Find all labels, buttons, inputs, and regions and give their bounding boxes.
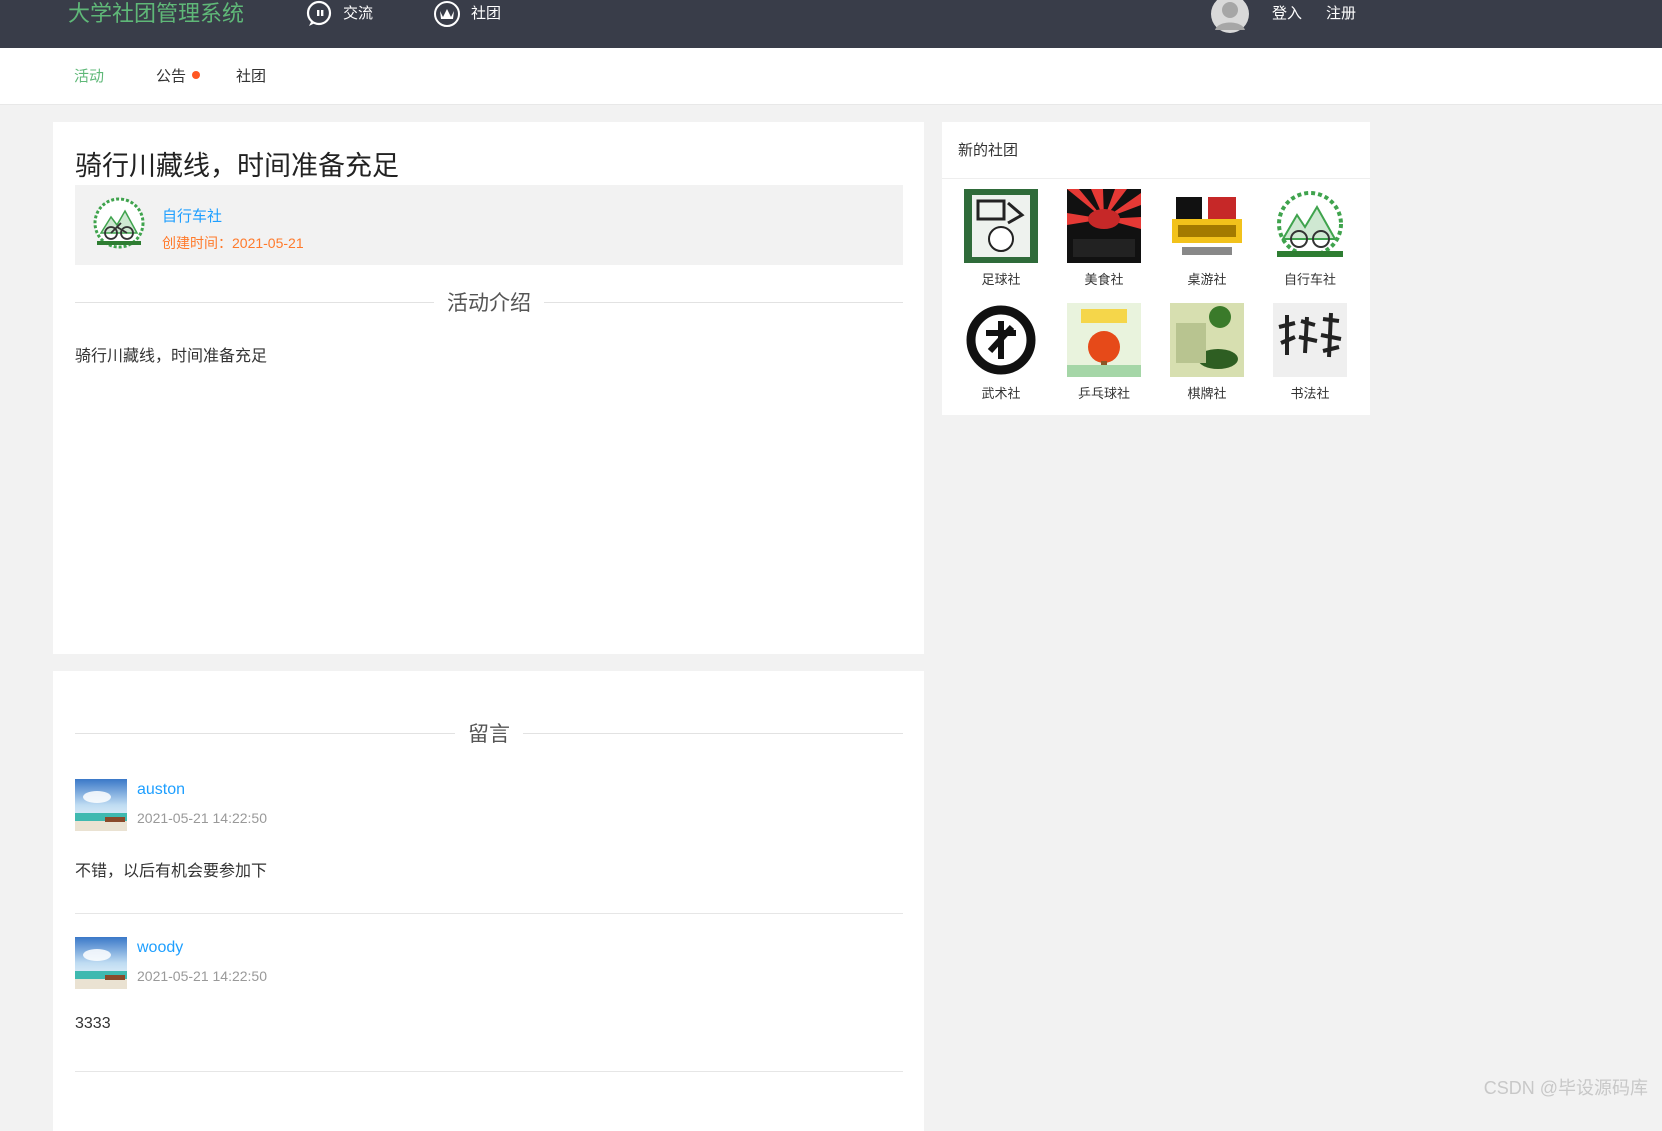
intro-heading: 活动介绍	[434, 287, 544, 317]
comments-heading: 留言	[455, 718, 523, 748]
club-tile-food[interactable]: 美食社	[1067, 189, 1141, 288]
brand-title[interactable]: 大学社团管理系统	[68, 0, 244, 28]
martial-arts-club-logo	[964, 303, 1038, 377]
comment-text: 3333	[75, 1015, 111, 1033]
club-tile-name: 书法社	[1273, 383, 1347, 402]
club-tile-name: 自行车社	[1273, 269, 1347, 288]
club-tile-name: 桌游社	[1170, 269, 1244, 288]
user-avatar-icon[interactable]	[1210, 0, 1250, 34]
club-tile-pingpong[interactable]: 乒乓球社	[1067, 303, 1141, 402]
comment-timestamp: 2021-05-21 14:22:50	[137, 810, 267, 826]
food-club-logo	[1067, 189, 1141, 263]
nav-chat[interactable]: 交流	[305, 0, 373, 28]
club-tile-boardgame[interactable]: 桌游社	[1170, 189, 1244, 288]
club-tile-name: 棋牌社	[1170, 383, 1244, 402]
tab-activity[interactable]: 活动	[74, 48, 104, 105]
divider-line	[75, 302, 434, 303]
user-avatar-beach-image[interactable]	[75, 937, 127, 989]
sub-navbar: 活动 公告 社团	[0, 48, 1662, 105]
pingpong-club-logo	[1067, 303, 1141, 377]
club-tile-bicycle[interactable]: 自行车社	[1273, 189, 1347, 288]
intro-text: 骑行川藏线，时间准备充足	[75, 342, 267, 366]
boardgame-club-logo	[1170, 189, 1244, 263]
chess-card-club-logo	[1170, 303, 1244, 377]
comments-card: 留言 auston 2021-05-21 14:22:50 不错，以后有机会要参…	[53, 671, 924, 1131]
club-tile-name: 武术社	[964, 383, 1038, 402]
activity-detail-card: 骑行川藏线，时间准备充足 自行车社 创建时间：2021-05-21 活动介绍 骑…	[53, 122, 924, 654]
tab-notice[interactable]: 公告	[156, 48, 200, 105]
intro-divider: 活动介绍	[75, 287, 903, 317]
divider-line	[75, 733, 455, 734]
comment-separator	[75, 1071, 903, 1072]
club-tile-football[interactable]: 足球社	[964, 189, 1038, 288]
new-clubs-heading: 新的社团	[942, 122, 1370, 179]
comment-text: 不错，以后有机会要参加下	[75, 857, 267, 881]
comment-username[interactable]: auston	[137, 781, 185, 799]
nav-chat-label: 交流	[343, 0, 373, 28]
club-tile-name: 美食社	[1067, 269, 1141, 288]
divider-line	[523, 733, 903, 734]
user-avatar-beach-image[interactable]	[75, 779, 127, 831]
nav-club[interactable]: 社团	[433, 0, 501, 28]
club-tile-calligraphy[interactable]: 书法社	[1273, 303, 1347, 402]
bicycle-club-logo	[1273, 189, 1347, 263]
divider-line	[544, 302, 903, 303]
tab-club[interactable]: 社团	[236, 48, 266, 105]
comment-timestamp: 2021-05-21 14:22:50	[137, 968, 267, 984]
login-link[interactable]: 登入	[1272, 0, 1302, 28]
top-navbar: 大学社团管理系统 交流 社团 登入 注册	[0, 0, 1662, 48]
tab-notice-label: 公告	[156, 68, 186, 85]
new-clubs-panel: 新的社团 足球社 美食社	[942, 122, 1370, 415]
activity-title: 骑行川藏线，时间准备充足	[75, 144, 399, 183]
chat-bubble-icon	[305, 0, 333, 28]
bicycle-club-logo[interactable]	[93, 197, 145, 249]
club-tile-chess[interactable]: 棋牌社	[1170, 303, 1244, 402]
club-name-link[interactable]: 自行车社	[162, 205, 222, 226]
calligraphy-club-logo	[1273, 303, 1347, 377]
watermark-text: CSDN @毕设源码库	[1484, 1074, 1648, 1100]
club-info-box: 自行车社 创建时间：2021-05-21	[75, 185, 903, 265]
comment-username[interactable]: woody	[137, 939, 183, 957]
comments-divider: 留言	[75, 718, 903, 748]
football-club-logo	[964, 189, 1038, 263]
comment-separator	[75, 913, 903, 914]
club-created-date: 创建时间：2021-05-21	[162, 233, 304, 253]
crown-icon	[433, 0, 461, 28]
club-tile-name: 乒乓球社	[1067, 383, 1141, 402]
club-tile-martial[interactable]: 武术社	[964, 303, 1038, 402]
notice-dot-badge	[192, 71, 200, 79]
register-link[interactable]: 注册	[1326, 0, 1356, 28]
nav-club-label: 社团	[471, 0, 501, 28]
club-tile-name: 足球社	[964, 269, 1038, 288]
